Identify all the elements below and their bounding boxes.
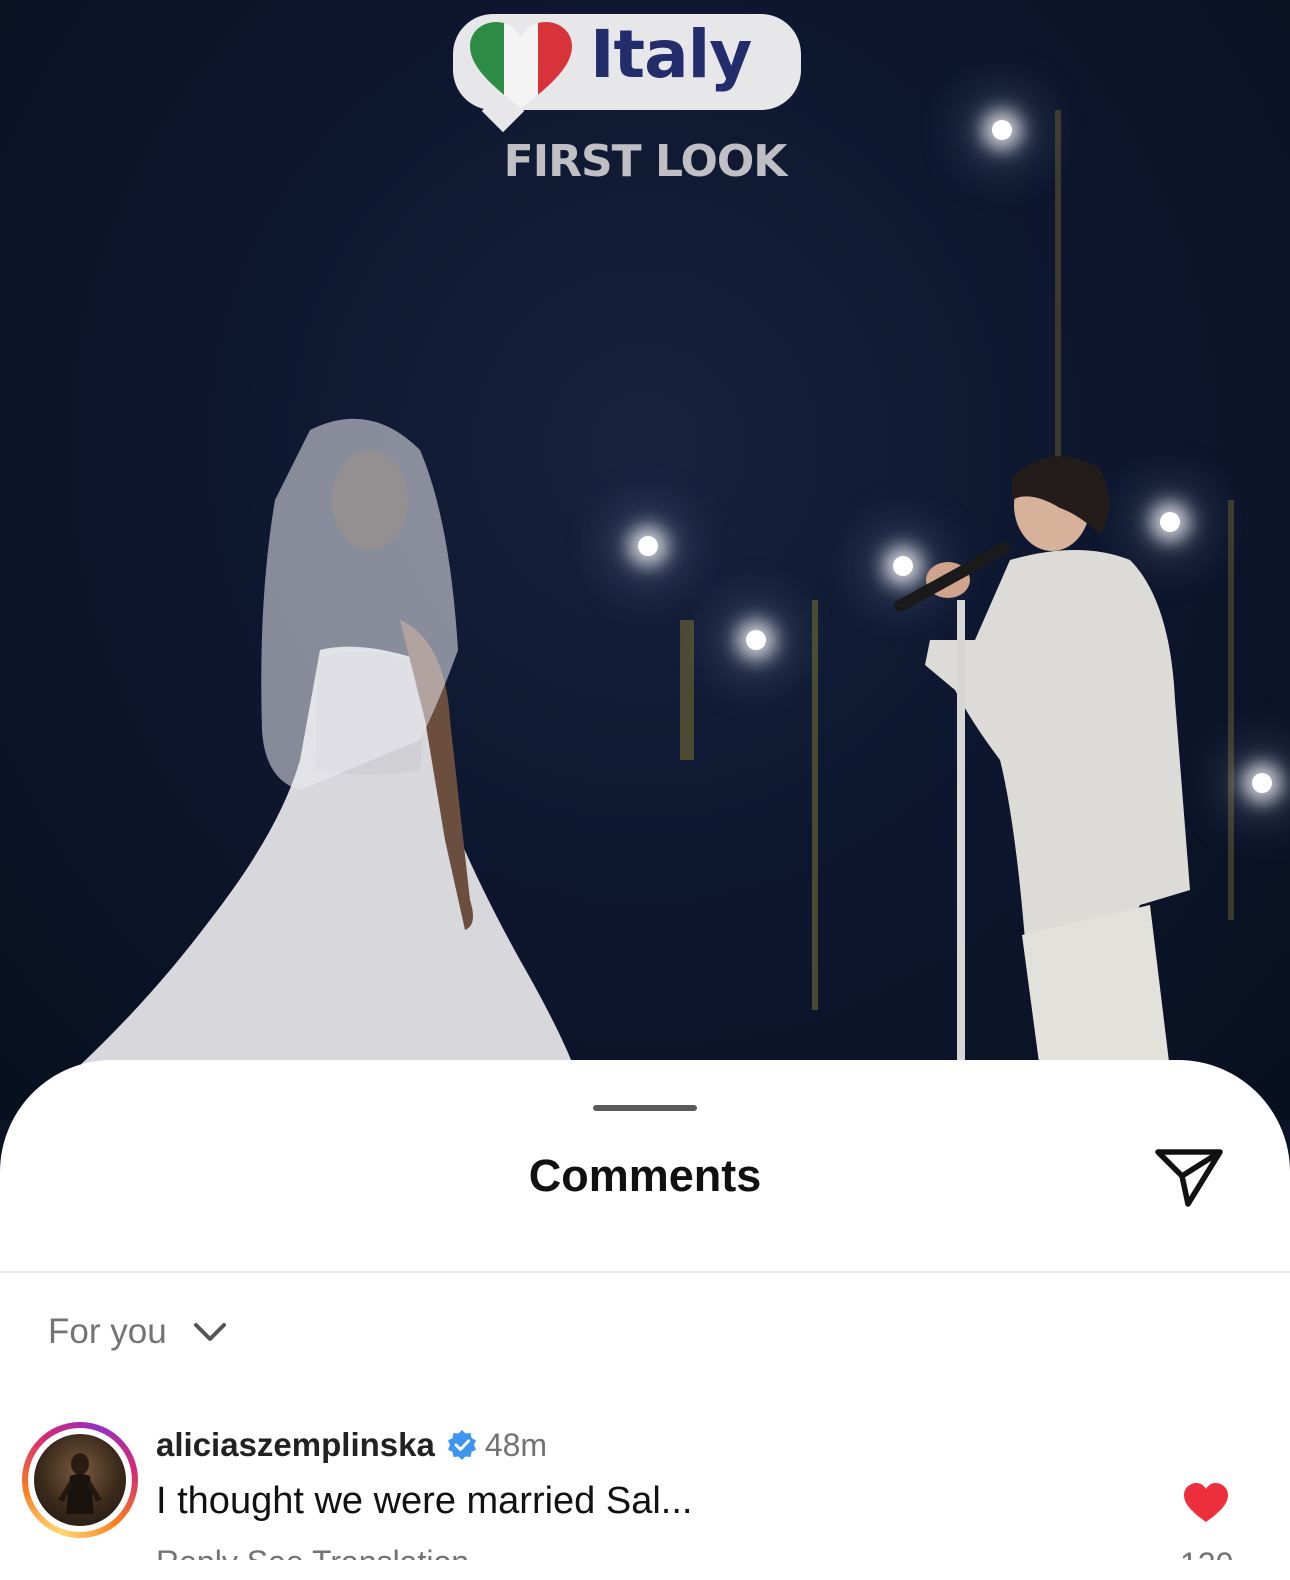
chevron-down-icon bbox=[193, 1323, 226, 1341]
comment-time: 48m bbox=[484, 1426, 548, 1463]
post-photo[interactable]: Italy FIRST LOOK bbox=[0, 0, 1290, 1120]
logo-text: Italy bbox=[590, 16, 752, 93]
avatar-figure bbox=[58, 1453, 102, 1514]
send-icon[interactable] bbox=[1152, 1144, 1226, 1210]
sort-dropdown[interactable]: For you bbox=[48, 1312, 227, 1352]
avatar[interactable] bbox=[34, 1434, 126, 1526]
sort-label: For you bbox=[48, 1312, 167, 1351]
drag-handle[interactable] bbox=[593, 1105, 697, 1111]
sheet-divider bbox=[0, 1271, 1290, 1273]
first-look-label: FIRST LOOK bbox=[503, 136, 788, 187]
comment-text: I thought we were married Sal... bbox=[156, 1480, 693, 1522]
heart-flag-icon bbox=[470, 22, 572, 108]
comment-username[interactable]: aliciaszemplinska bbox=[156, 1426, 435, 1464]
sheet-title: Comments bbox=[528, 1150, 762, 1201]
verified-badge-icon bbox=[447, 1430, 476, 1460]
heart-icon[interactable] bbox=[1182, 1482, 1230, 1524]
comment-header: aliciaszemplinska 48m bbox=[156, 1426, 547, 1464]
